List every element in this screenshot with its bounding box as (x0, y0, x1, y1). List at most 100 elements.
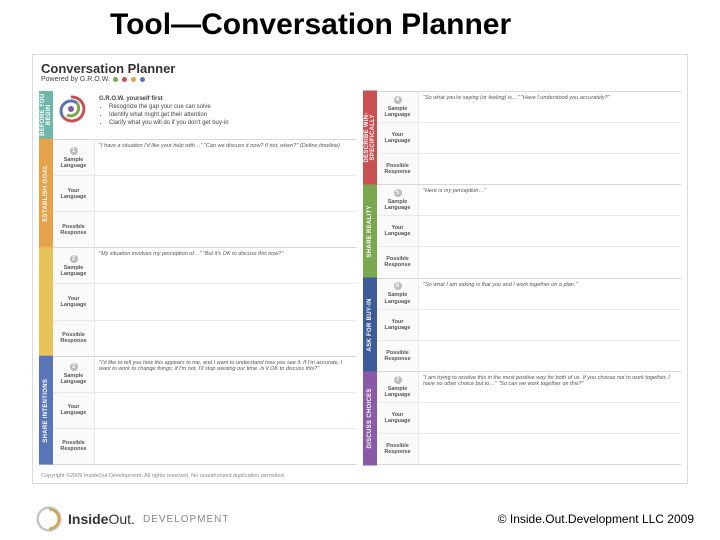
section: 6Sample Language"So what I am asking is … (377, 279, 681, 372)
row-content (419, 216, 681, 246)
row-content (95, 176, 357, 211)
row-label: 2Sample Language (53, 248, 95, 283)
row-label: Possible Response (53, 321, 95, 356)
planner-grid: BEFORE YOU BEGIN ESTABLISH GOALSHARE INT… (39, 91, 681, 465)
planner-document: Conversation Planner Powered by G.R.O.W.… (32, 54, 688, 484)
slide-title: Tool—Conversation Planner (0, 0, 720, 48)
row-content: "So what you're saying (or feeling) is…"… (419, 92, 681, 122)
row: Your Language (377, 215, 681, 246)
row-content (419, 403, 681, 433)
row-label: Possible Response (53, 212, 95, 247)
copyright: © Inside.Out.Development LLC 2009 (498, 512, 694, 526)
row: Your Language (377, 309, 681, 340)
row: 2Sample Language"My situation involves m… (53, 248, 357, 283)
footer: InsideOut. DEVELOPMENT © Inside.Out.Deve… (0, 506, 720, 532)
doc-copyright: Copyright ©2009 InsideOut Development. A… (41, 473, 285, 479)
section-tab: SHARE REALITY (363, 185, 377, 279)
row-label: 1Sample Language (53, 140, 95, 175)
row: 1Sample Language"I have a situation I'd … (53, 140, 357, 175)
row-content (419, 247, 681, 277)
row: Your Language (53, 175, 357, 211)
row-label: 7Sample Language (377, 372, 419, 402)
row-content (419, 310, 681, 340)
step-number: 4 (394, 96, 402, 104)
section-tab: DESCRIBE WIN-SPECIFICALLY (363, 91, 377, 185)
row: Possible Response (377, 340, 681, 371)
row: 3Sample Language"I'd like to tell you ho… (53, 357, 357, 392)
step-number: 1 (70, 147, 78, 155)
row: 6Sample Language"So what I am asking is … (377, 279, 681, 309)
section-tab (39, 248, 53, 357)
row-label: 5Sample Language (377, 185, 419, 215)
doc-subtitle: Powered by G.R.O.W. (41, 76, 175, 83)
row-label: Possible Response (377, 434, 419, 464)
row-content: "I'd like to tell you how this appears t… (95, 357, 357, 392)
row: Your Language (53, 392, 357, 428)
row-content (95, 321, 357, 356)
row-content (95, 284, 357, 319)
row-label: Possible Response (377, 341, 419, 371)
section-tab: ESTABLISH GOAL (39, 139, 53, 248)
step-number: 3 (70, 363, 78, 371)
dot-icon (140, 77, 145, 82)
step-number: 2 (70, 255, 78, 263)
row: Possible Response (377, 246, 681, 277)
logo-text-2: DEVELOPMENT (143, 514, 230, 525)
row-label: Your Language (377, 310, 419, 340)
row: Your Language (377, 402, 681, 433)
row-label: Your Language (53, 176, 95, 211)
row-content (95, 212, 357, 247)
row-content: "Here is my perception…" (419, 185, 681, 215)
step-number: 5 (394, 189, 402, 197)
row-content (419, 154, 681, 184)
row-label: Possible Response (377, 154, 419, 184)
row-label: Your Language (377, 123, 419, 153)
row-content: "I have a situation I'd like your help w… (95, 140, 357, 175)
row: Your Language (53, 283, 357, 319)
row-label: Your Language (377, 403, 419, 433)
row: Possible Response (53, 428, 357, 464)
step-number: 6 (394, 282, 402, 290)
row: 7Sample Language"I am trying to resolve … (377, 372, 681, 402)
row-content (419, 123, 681, 153)
section-tab: ASK FOR BUY-IN (363, 278, 377, 372)
section: 3Sample Language"I'd like to tell you ho… (53, 357, 357, 465)
step-number: 7 (394, 376, 402, 384)
section: 4Sample Language"So what you're saying (… (377, 92, 681, 185)
row-label: Possible Response (53, 429, 95, 464)
before-tab: BEFORE YOU BEGIN (39, 91, 53, 139)
doc-title: Conversation Planner (41, 61, 175, 76)
row-content (419, 434, 681, 464)
row-label: 3Sample Language (53, 357, 95, 392)
row-content (95, 393, 357, 428)
row-label: Your Language (377, 216, 419, 246)
section: 5Sample Language"Here is my perception…"… (377, 185, 681, 278)
section: 7Sample Language"I am trying to resolve … (377, 372, 681, 465)
row: Possible Response (377, 153, 681, 184)
row: 4Sample Language"So what you're saying (… (377, 92, 681, 122)
row-content: "My situation involves my perception of…… (95, 248, 357, 283)
left-column: BEFORE YOU BEGIN ESTABLISH GOALSHARE INT… (39, 91, 357, 465)
row-content (419, 341, 681, 371)
row: Possible Response (53, 320, 357, 356)
row-label: 4Sample Language (377, 92, 419, 122)
row-label: 6Sample Language (377, 279, 419, 309)
row-label: Your Language (53, 284, 95, 319)
right-column: DESCRIBE WIN-SPECIFICALLYSHARE REALITYAS… (363, 91, 681, 465)
row-label: Possible Response (377, 247, 419, 277)
section-tab: DISCUSS CHOICES (363, 372, 377, 466)
logo: InsideOut. DEVELOPMENT (36, 506, 230, 532)
row-label: Your Language (53, 393, 95, 428)
row-content: "So what I am asking is that you and I w… (419, 279, 681, 309)
doc-header: Conversation Planner Powered by G.R.O.W. (33, 55, 687, 85)
logo-icon (36, 506, 62, 532)
row: Possible Response (53, 211, 357, 247)
row-content: "I am trying to resolve this in the most… (419, 372, 681, 402)
dot-icon (113, 77, 118, 82)
row-content (95, 429, 357, 464)
row: Your Language (377, 122, 681, 153)
dot-icon (131, 77, 136, 82)
row: Possible Response (377, 433, 681, 464)
row: 5Sample Language"Here is my perception…" (377, 185, 681, 215)
logo-text: InsideOut. (68, 511, 135, 527)
